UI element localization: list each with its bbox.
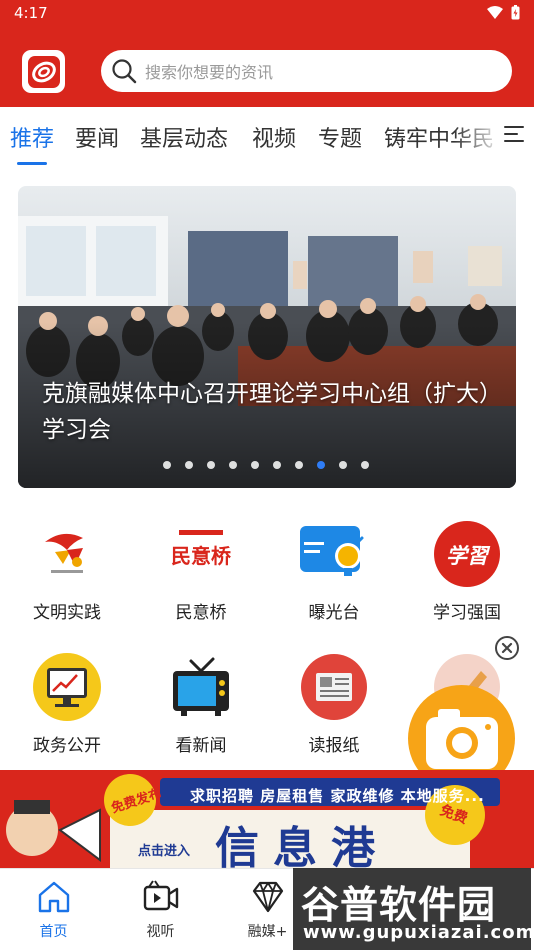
quick-link-label: 学习强国 <box>433 603 501 623</box>
carousel-dots <box>163 461 369 469</box>
tv-news-icon <box>173 657 229 716</box>
nav-label: 首页 <box>39 924 68 940</box>
tab-active-indicator <box>17 162 47 165</box>
carousel-dot[interactable] <box>185 461 193 469</box>
quick-link-gov-affairs[interactable]: 政务公开 <box>2 653 132 763</box>
wifi-icon <box>487 5 503 19</box>
battery-icon <box>511 5 520 20</box>
quick-link-label: 曝光台 <box>308 603 360 623</box>
study-strong-nation-icon: 学習 <box>434 521 500 587</box>
watermark-url: www.gupuxiazai.com <box>303 922 534 943</box>
close-icon[interactable] <box>495 636 519 660</box>
civilization-practice-icon <box>45 533 83 573</box>
status-icons <box>487 5 520 20</box>
home-icon <box>38 881 70 913</box>
watermark: 谷普软件园 www.gupuxiazai.com <box>293 868 534 950</box>
ad-title: 信息港 <box>215 823 389 870</box>
app-header: 4:17 搜索你想要的资讯 <box>0 0 534 107</box>
study-strong-nation-icon-text: 学習 <box>446 543 491 568</box>
carousel-dot[interactable] <box>273 461 281 469</box>
quick-link-label: 民意桥 <box>175 603 227 623</box>
banner-caption[interactable]: 克旗融媒体中心召开理论学习中心组（扩大）学习会 <box>42 376 492 448</box>
quick-link-study[interactable]: 学習 学习强国 <box>402 520 532 630</box>
quick-link-opinion-bridge[interactable]: 民意桥 民意桥 <box>136 520 266 630</box>
carousel-dot[interactable] <box>295 461 303 469</box>
tab-special[interactable]: 专题 <box>318 121 362 153</box>
ad-cta[interactable]: 点击进入 <box>138 840 190 859</box>
tab-video[interactable]: 视频 <box>252 121 296 153</box>
nav-label: 视听 <box>146 924 175 940</box>
quick-link-watch-news[interactable]: 看新闻 <box>136 653 266 763</box>
video-icon <box>143 880 179 911</box>
tab-fade <box>454 107 504 167</box>
public-opinion-bridge-icon-text: 民意桥 <box>171 544 232 568</box>
tab-headlines[interactable]: 要闻 <box>75 121 119 153</box>
carousel-dot[interactable] <box>163 461 171 469</box>
public-opinion-bridge-icon: 民意桥 <box>167 520 235 588</box>
diamond-icon <box>252 881 284 913</box>
newspaper-icon <box>301 654 367 720</box>
carousel-dot[interactable] <box>361 461 369 469</box>
search-bar[interactable]: 搜索你想要的资讯 <box>101 50 512 92</box>
quick-link-label: 读报纸 <box>308 736 360 756</box>
quick-link-label: 政务公开 <box>33 736 101 756</box>
watermark-title: 谷普软件园 <box>301 883 497 927</box>
search-icon <box>112 59 137 84</box>
tab-grassroots[interactable]: 基层动态 <box>140 121 228 153</box>
carousel-dot[interactable] <box>207 461 215 469</box>
carousel-dot-active[interactable] <box>317 461 325 469</box>
carousel-dot[interactable] <box>229 461 237 469</box>
quick-link-label: 文明实践 <box>33 603 101 623</box>
ad-services-text: 求职招聘 房屋租售 家政维修 本地服务... <box>190 787 485 805</box>
nav-video[interactable]: 视听 <box>107 869 214 950</box>
tab-menu-icon[interactable] <box>504 126 524 147</box>
ad-banner[interactable]: 求职招聘 房屋租售 家政维修 本地服务... 免费发布 信息港 点击进入 免费 <box>0 770 534 870</box>
status-bar: 4:17 <box>0 0 534 28</box>
tab-recommend[interactable]: 推荐 <box>10 121 54 153</box>
quick-link-newspaper[interactable]: 读报纸 <box>269 653 399 763</box>
nav-home[interactable]: 首页 <box>0 869 107 950</box>
search-input[interactable]: 搜索你想要的资讯 <box>145 59 273 83</box>
carousel-dot[interactable] <box>339 461 347 469</box>
category-tabs: 推荐 要闻 基层动态 视频 专题 铸牢中华民 <box>0 107 534 167</box>
app-logo[interactable] <box>22 50 65 93</box>
app-logo-icon <box>27 55 60 88</box>
quick-link-label: 看新闻 <box>175 736 227 756</box>
quick-link-civilization[interactable]: 文明实践 <box>2 520 132 630</box>
quick-link-exposure[interactable]: 曝光台 <box>269 520 399 630</box>
status-time: 4:17 <box>14 4 48 22</box>
carousel-banner[interactable]: 克旗融媒体中心召开理论学习中心组（扩大）学习会 <box>18 186 516 488</box>
exposure-platform-icon <box>300 526 364 576</box>
government-affairs-icon <box>33 653 101 721</box>
carousel-dot[interactable] <box>251 461 259 469</box>
